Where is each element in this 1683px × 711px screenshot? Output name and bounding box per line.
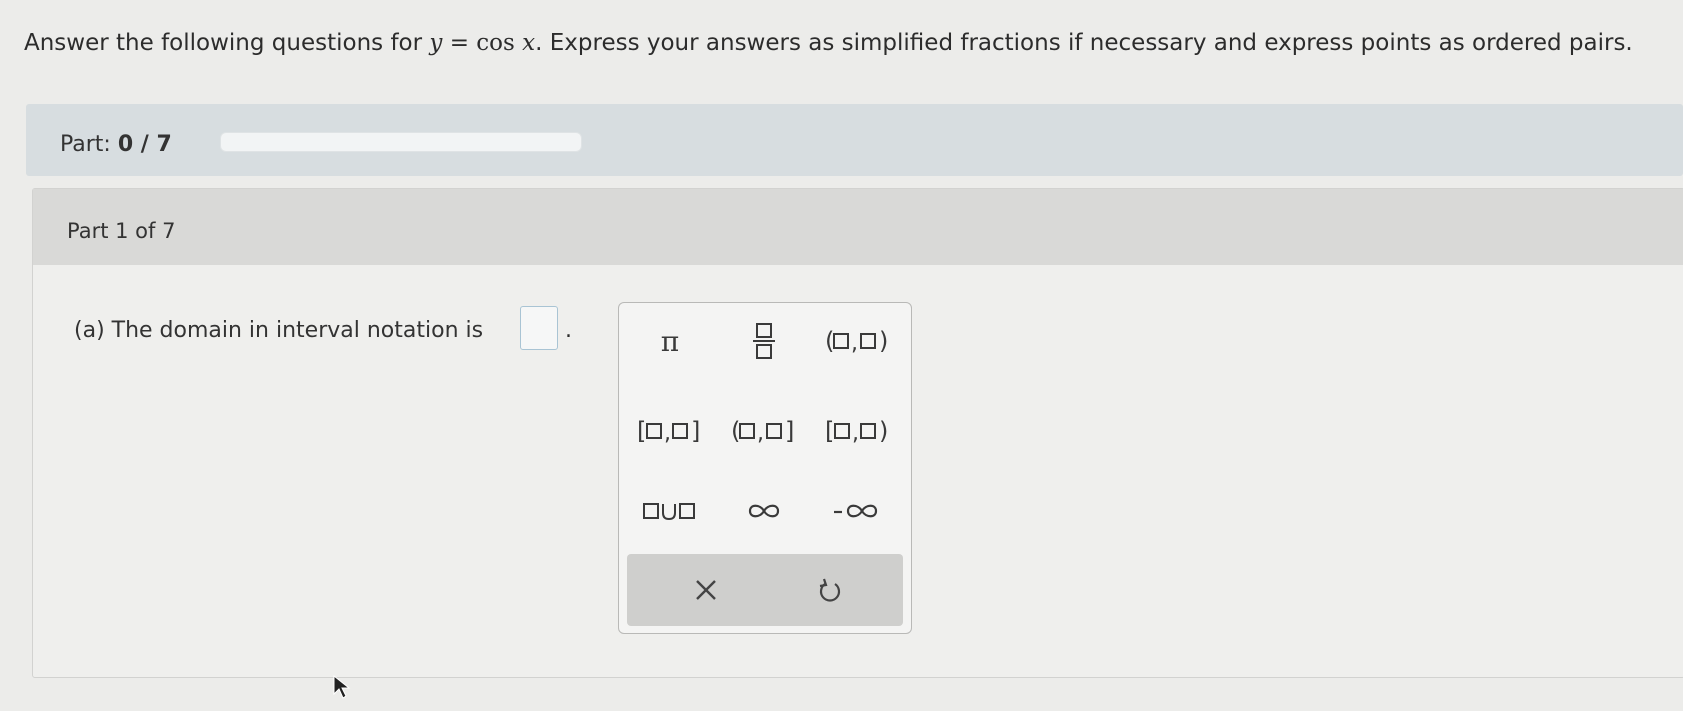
question-text: Answer the following questions for y = c… [24,28,1633,58]
equation-y: y [429,30,443,56]
negative-infinity-key[interactable] [813,481,903,541]
x-icon [696,580,716,600]
keypad-footer [627,554,903,626]
svg-text:]: ] [691,417,700,445]
pi-icon: π [660,324,680,358]
infinity-icon [748,504,780,518]
part-header: Part 1 of 7 [33,189,1683,265]
answer-input[interactable] [520,306,558,350]
infinity-key[interactable] [719,481,809,541]
svg-text:): ) [879,327,888,355]
fraction-icon [753,323,775,359]
svg-text:]: ] [785,417,794,445]
fraction-key[interactable] [719,311,809,371]
equation-x: x [522,30,536,56]
svg-text:,: , [852,421,859,446]
mouse-pointer-icon [333,674,351,699]
question-suffix: . Express your answers as simplified fra… [535,30,1633,56]
prompt-period: . [565,318,572,343]
progress-label: Part: 0 / 7 [60,132,172,157]
svg-text:,: , [757,421,764,446]
progress-label-text: Part: [60,132,111,157]
question-prompt: (a) The domain in interval notation is [74,318,484,343]
interval-closed-closed-icon: [ , ] [637,417,700,446]
svg-text:,: , [664,421,671,446]
math-keypad: π ( , ) [ , ] ( , ] [,) [618,302,912,634]
union-key[interactable] [625,481,715,541]
open-open-interval-key[interactable]: ( , ) [813,311,903,371]
interval-open-closed-icon: ( , ] [731,417,794,446]
interval-closed-open-icon: [ , ) [825,417,888,446]
part-title: Part 1 of 7 [67,219,176,243]
undo-icon [819,578,841,602]
negative-infinity-icon [834,504,878,518]
question-prefix: Answer the following questions for [24,30,430,56]
svg-text:[: [ [637,417,646,445]
svg-text:): ) [879,417,888,445]
closed-closed-interval-key[interactable]: [ , ] [625,401,715,461]
undo-button[interactable] [775,564,885,616]
svg-text:,: , [851,331,858,356]
pi-key[interactable]: π [625,311,715,371]
interval-open-open-icon: ( , ) [825,327,888,356]
clear-button[interactable] [651,564,761,616]
svg-text:[: [ [825,417,834,445]
svg-text:(: ( [825,327,834,355]
open-closed-interval-key[interactable]: ( , ] [719,401,809,461]
equation: y = cos x [429,30,535,56]
equation-eq: = cos [442,30,523,56]
progress-count: 0 / 7 [117,132,172,157]
union-icon [643,503,695,521]
svg-text:(: ( [731,417,740,445]
progress-bar-panel: Part: 0 / 7 [26,104,1683,176]
progress-track [220,132,582,152]
closed-open-interval-key[interactable]: [ , ) [813,401,903,461]
